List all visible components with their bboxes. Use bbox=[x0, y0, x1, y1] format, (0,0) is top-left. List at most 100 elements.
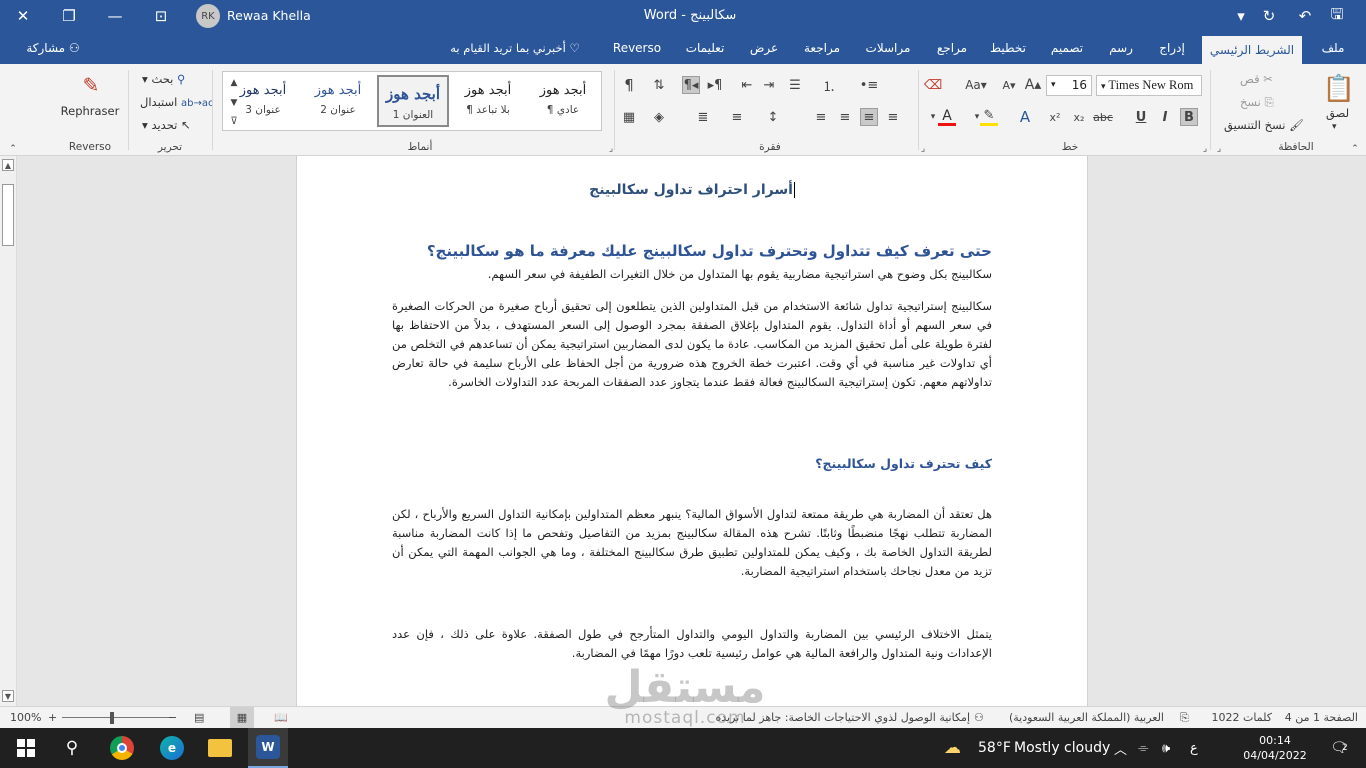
zoom-level[interactable]: 100% bbox=[10, 707, 41, 729]
edge-icon[interactable]: e bbox=[152, 728, 192, 768]
language-status[interactable]: العربية (المملكة العربية السعودية) bbox=[1004, 707, 1164, 729]
underline-icon[interactable]: U bbox=[1132, 108, 1150, 126]
align-center-icon[interactable]: ≡ bbox=[836, 108, 854, 126]
superscript-icon[interactable]: x² bbox=[1046, 108, 1064, 126]
zoom-slider-thumb[interactable] bbox=[110, 712, 114, 724]
align-right-icon[interactable]: ≡ bbox=[860, 108, 878, 126]
style-no-spacing[interactable]: أبجد هوز ¶ بلا تباعد bbox=[452, 75, 524, 127]
accessibility-status[interactable]: إمكانية الوصول لذوي الاحتياجات الخاصة: ج… bbox=[715, 707, 970, 729]
language-indicator[interactable]: ع bbox=[1190, 728, 1198, 768]
copy-button[interactable]: نسخ ⎘ bbox=[1240, 95, 1274, 110]
justify-right-icon[interactable]: ≡ bbox=[884, 108, 902, 126]
decrease-indent-icon[interactable]: ⇥ bbox=[760, 76, 778, 94]
strikethrough-icon[interactable]: abc bbox=[1093, 108, 1113, 126]
rtl-direction-icon[interactable]: ¶◂ bbox=[682, 76, 700, 94]
scroll-up-icon[interactable]: ▲ bbox=[2, 159, 14, 171]
clock[interactable]: 00:14 04/04/2022 bbox=[1240, 728, 1310, 768]
tab-help[interactable]: تعليمات bbox=[684, 32, 726, 64]
heading-what-is-scalping[interactable]: حتى تعرف كيف تتداول وتحترف تداول سكالبين… bbox=[392, 242, 992, 260]
user-name[interactable]: Rewaa Khella bbox=[227, 0, 311, 32]
line-spacing-icon[interactable]: ↕ bbox=[764, 108, 782, 126]
change-case-icon[interactable]: Aa▾ bbox=[962, 76, 990, 94]
save-icon[interactable]: 🖫 bbox=[1314, 0, 1360, 32]
gallery-more-icon[interactable]: ⊽ bbox=[225, 112, 243, 130]
font-color-icon[interactable]: A bbox=[938, 108, 956, 126]
select-button[interactable]: ▾ تحديد ↖ bbox=[142, 118, 191, 132]
intro-paragraph[interactable]: سكالبينج بكل وضوح هي استراتيجية مضاربية … bbox=[392, 265, 992, 284]
paragraph-2[interactable]: هل تعتقد أن المضاربة هي طريقة ممتعة لتدا… bbox=[392, 505, 992, 581]
increase-indent-icon[interactable]: ⇤ bbox=[738, 76, 756, 94]
web-layout-icon[interactable]: ▤ bbox=[194, 707, 204, 729]
font-size-select[interactable]: ▾ 16 bbox=[1046, 75, 1092, 96]
bullets-icon[interactable]: •≡ bbox=[860, 76, 879, 94]
network-icon[interactable]: ⌯ bbox=[1138, 728, 1148, 768]
ribbon-display-options-icon[interactable]: ⊡ bbox=[138, 0, 184, 32]
gallery-scroll-down-icon[interactable]: ▼ bbox=[225, 94, 243, 112]
style-normal[interactable]: أبجد هوز ¶ عادي bbox=[527, 75, 599, 127]
text-effects-icon[interactable]: A bbox=[1016, 108, 1034, 126]
shading-icon[interactable]: ◈ bbox=[650, 108, 668, 126]
font-name-select[interactable]: ▾ Times New Rom bbox=[1096, 75, 1202, 96]
tab-file[interactable]: ملف bbox=[1318, 32, 1348, 64]
heading-how-to-master[interactable]: كيف تحترف تداول سكالبينج؟ bbox=[392, 456, 992, 471]
find-button[interactable]: ▾ بحث ⚲ bbox=[142, 72, 185, 86]
cut-button[interactable]: قص ✂ bbox=[1240, 72, 1273, 86]
gallery-scroll-up-icon[interactable]: ▲ bbox=[225, 74, 243, 92]
tell-me-input[interactable]: أخبرني بما تريد القيام به ♡ bbox=[440, 32, 590, 64]
tab-mailings[interactable]: مراسلات bbox=[862, 32, 914, 64]
show-formatting-marks-icon[interactable]: ¶ bbox=[620, 76, 638, 94]
clear-formatting-icon[interactable]: ⌫ bbox=[924, 76, 942, 94]
vertical-scrollbar[interactable]: ▲ ▼ bbox=[0, 156, 17, 706]
tab-design[interactable]: تصميم bbox=[1046, 32, 1088, 64]
tab-draw[interactable]: رسم bbox=[1106, 32, 1136, 64]
borders-icon[interactable]: ▦ bbox=[620, 108, 638, 126]
paste-icon[interactable]: 📋 bbox=[1322, 72, 1356, 106]
tab-insert[interactable]: إدراج bbox=[1154, 32, 1190, 64]
bold-icon[interactable]: B bbox=[1180, 108, 1198, 126]
tab-home[interactable]: الشريط الرئيسي bbox=[1202, 36, 1302, 64]
paragraph-3[interactable]: يتمثل الاختلاف الرئيسي بين المضاربة والت… bbox=[392, 625, 992, 663]
read-mode-icon[interactable]: 📖 bbox=[274, 707, 288, 729]
print-layout-icon[interactable]: ▦ bbox=[230, 707, 254, 729]
grow-font-icon[interactable]: A▴ bbox=[1024, 76, 1042, 94]
format-painter-button[interactable]: نسخ التنسيق 🖌 bbox=[1224, 118, 1304, 132]
numbering-icon[interactable]: ⒈ bbox=[820, 76, 838, 95]
paste-button[interactable]: لصق bbox=[1326, 106, 1349, 120]
style-heading-2[interactable]: أبجد هوز عنوان 2 bbox=[302, 75, 374, 127]
ltr-direction-icon[interactable]: ▸¶ bbox=[706, 76, 724, 94]
align-left-icon[interactable]: ≡ bbox=[812, 108, 830, 126]
zoom-in-icon[interactable]: + bbox=[48, 707, 57, 729]
document-page[interactable]: أسرار احتراف تداول سكالبينج حتى تعرف كيف… bbox=[296, 156, 1088, 706]
zoom-slider[interactable] bbox=[62, 717, 172, 718]
weather-description[interactable]: Mostly cloudy bbox=[1014, 728, 1110, 768]
start-button[interactable] bbox=[4, 728, 48, 768]
close-icon[interactable]: ✕ bbox=[0, 0, 46, 32]
scrollbar-thumb[interactable] bbox=[2, 184, 14, 246]
show-hidden-icons-icon[interactable]: ︿ bbox=[1114, 728, 1127, 768]
zoom-out-icon[interactable]: − bbox=[168, 707, 177, 729]
avatar[interactable]: RK bbox=[196, 4, 220, 28]
minimize-icon[interactable]: — bbox=[92, 0, 138, 32]
multilevel-list-icon[interactable]: ☰ bbox=[786, 76, 804, 94]
scroll-down-icon[interactable]: ▼ bbox=[2, 690, 14, 702]
restore-icon[interactable]: ❐ bbox=[46, 0, 92, 32]
tab-references[interactable]: مراجع bbox=[934, 32, 970, 64]
highlight-icon[interactable]: ✎ bbox=[980, 108, 998, 126]
rephraser-button[interactable]: Rephraser bbox=[60, 104, 120, 118]
paste-dropdown-icon[interactable]: ▾ bbox=[1332, 122, 1337, 132]
paragraph-1[interactable]: سكالبينج إستراتيجية تداول شائعة الاستخدا… bbox=[392, 297, 992, 392]
weather-temperature[interactable]: 58°F bbox=[978, 728, 1011, 768]
chrome-icon[interactable] bbox=[102, 728, 142, 768]
sort-icon[interactable]: ⇅ bbox=[650, 76, 668, 94]
distributed-align-icon[interactable]: ≣ bbox=[694, 108, 712, 126]
subscript-icon[interactable]: x₂ bbox=[1070, 108, 1088, 126]
share-button[interactable]: مشاركة ⚇ bbox=[22, 32, 84, 64]
justify-icon[interactable]: ≡ bbox=[728, 108, 746, 126]
replace-button[interactable]: استبدال ab→ac bbox=[140, 95, 214, 109]
page-number[interactable]: الصفحة 1 من 4 bbox=[1284, 707, 1358, 729]
notifications-icon[interactable]: 🗨 2 bbox=[1322, 728, 1356, 768]
document-title[interactable]: أسرار احتراف تداول سكالبينج bbox=[392, 182, 992, 198]
file-explorer-icon[interactable] bbox=[200, 728, 240, 768]
tab-review[interactable]: مراجعة bbox=[802, 32, 842, 64]
volume-icon[interactable]: 🕪 bbox=[1162, 728, 1170, 768]
